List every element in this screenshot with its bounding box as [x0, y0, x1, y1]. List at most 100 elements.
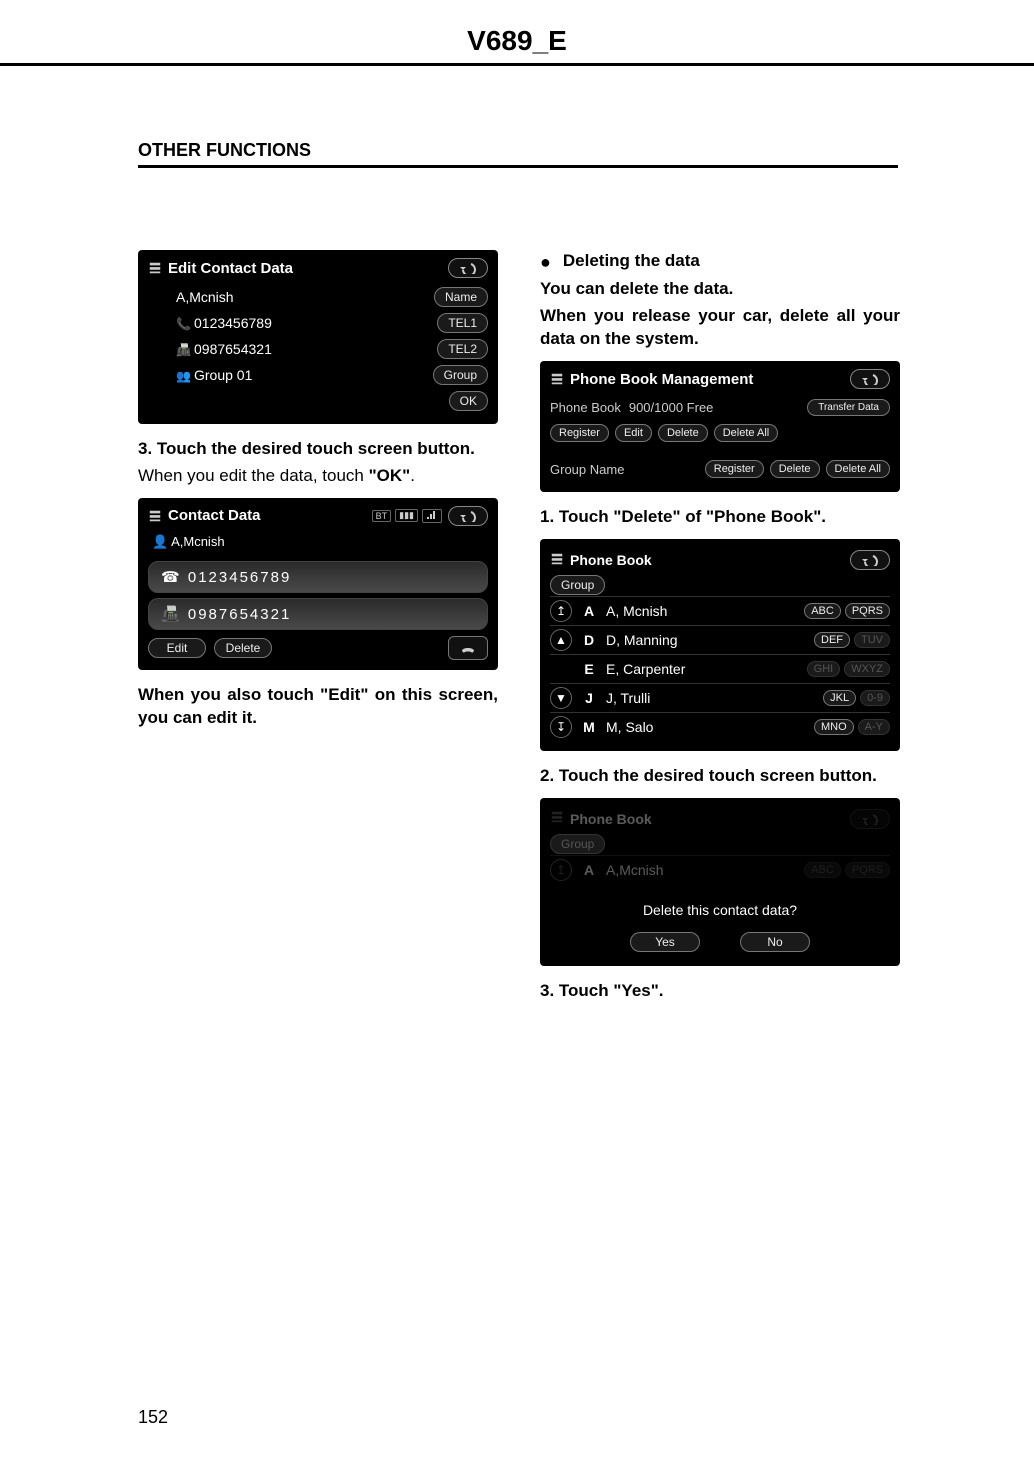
delete-all-button[interactable]: Delete All: [714, 424, 778, 442]
list-icon: [148, 509, 162, 523]
screen-title: Phone Book Management: [570, 371, 844, 388]
screen-edit-contact-data: Edit Contact Data A,Mcnish Name 📞0123456…: [138, 250, 498, 424]
page-number: 152: [138, 1407, 168, 1428]
status-indicators: BT ▮▮▮: [372, 509, 442, 523]
list-icon: [550, 810, 564, 827]
list-icon: [550, 552, 564, 569]
delete-button[interactable]: Delete: [214, 638, 272, 658]
group-tab: Group: [550, 834, 605, 854]
yes-button[interactable]: Yes: [630, 932, 700, 952]
list-icon: [550, 372, 564, 386]
contact-tel1[interactable]: ☎ 0123456789: [148, 561, 488, 593]
edit-row-tel1: 📞0123456789 TEL1: [148, 310, 488, 336]
list-item[interactable]: ↧ M M, Salo MNOA-Y: [550, 712, 890, 741]
left-note: When you also touch "Edit" on this scree…: [138, 684, 498, 730]
letter: D: [578, 632, 600, 648]
grp-delete-all-button[interactable]: Delete All: [826, 460, 890, 478]
wxyz-button: WXYZ: [844, 661, 890, 677]
list-item[interactable]: ▼ J J, Trulli JKL0-9: [550, 683, 890, 712]
batt-indicator: ▮▮▮: [395, 509, 418, 522]
contact-name: D, Manning: [606, 632, 814, 648]
phone-icon: 📞: [176, 317, 194, 331]
tel1-value: 0123456789: [194, 315, 272, 331]
no-button[interactable]: No: [740, 932, 810, 952]
list-item[interactable]: ▲ D D, Manning DEFTUV: [550, 625, 890, 654]
ay-button: A-Y: [858, 719, 890, 735]
register-button[interactable]: Register: [550, 424, 609, 442]
group-button[interactable]: Group: [433, 365, 488, 385]
pqrs-button[interactable]: PQRS: [845, 603, 890, 619]
left-step-3: 3. Touch the desired touch screen button…: [138, 438, 498, 461]
edit-button[interactable]: Edit: [615, 424, 652, 442]
list-item[interactable]: E E, Carpenter GHIWXYZ: [550, 654, 890, 683]
delete-button[interactable]: Delete: [658, 424, 708, 442]
screen-phonebook-mgmt: Phone Book Management Phone Book 900/100…: [540, 361, 900, 492]
tuv-button: TUV: [854, 632, 890, 648]
contact-name: A,Mcnish: [171, 534, 224, 549]
name-button[interactable]: Name: [434, 287, 488, 307]
tel1-button[interactable]: TEL1: [437, 313, 488, 333]
right-p1: You can delete the data.: [540, 278, 900, 301]
grp-register-button[interactable]: Register: [705, 460, 764, 478]
letter: J: [578, 690, 600, 706]
fax-icon: 📠: [176, 343, 194, 357]
grp-delete-button[interactable]: Delete: [770, 460, 820, 478]
screen-phonebook-list: Phone Book Group ↥ A A, Mcnish ABCPQRS ▲…: [540, 539, 900, 751]
doc-header: V689_E: [0, 25, 1034, 66]
tel2-button[interactable]: TEL2: [437, 339, 488, 359]
letter: A: [578, 862, 600, 878]
groupname-label: Group Name: [550, 462, 624, 477]
right-step-3: 3. Touch "Yes".: [540, 980, 900, 1003]
free-count: 900/1000 Free: [629, 400, 799, 415]
group-tab[interactable]: Group: [550, 575, 605, 595]
contact-name: A,Mcnish: [606, 862, 804, 878]
ok-button[interactable]: OK: [449, 391, 488, 411]
call-button[interactable]: [448, 636, 488, 660]
ghi-button: GHI: [807, 661, 841, 677]
letter: A: [578, 603, 600, 619]
back-button: [850, 809, 890, 829]
screen-confirm-delete: Phone Book Group ↥ A A,Mcnish ABCPQRS De…: [540, 798, 900, 966]
list-item[interactable]: ↥ A A, Mcnish ABCPQRS: [550, 596, 890, 625]
bullet-dot-icon: ●: [540, 250, 551, 274]
back-button[interactable]: [850, 369, 890, 389]
list-item: ↥ A A,Mcnish ABCPQRS: [550, 855, 890, 884]
scroll-top-icon[interactable]: ↥: [550, 600, 572, 622]
contact-name: E, Carpenter: [606, 661, 807, 677]
letter: M: [578, 719, 600, 735]
signal-icon: [422, 509, 442, 523]
bullet-deleting: ● Deleting the data: [540, 250, 900, 274]
scroll-down-icon[interactable]: ▼: [550, 687, 572, 709]
screen-title: Edit Contact Data: [168, 260, 442, 277]
letter: E: [578, 661, 600, 677]
contact-name: J, Trulli: [606, 690, 823, 706]
pqrs-button: PQRS: [845, 862, 890, 878]
contact-name: A, Mcnish: [606, 603, 804, 619]
left-step-3-sub: When you edit the data, touch "OK".: [138, 465, 498, 488]
right-column: ● Deleting the data You can delete the d…: [540, 250, 900, 1007]
scroll-top-icon: ↥: [550, 859, 572, 881]
transfer-data-button[interactable]: Transfer Data: [807, 399, 890, 416]
mno-button[interactable]: MNO: [814, 719, 854, 735]
back-button[interactable]: [448, 506, 488, 526]
section-title: OTHER FUNCTIONS: [138, 140, 898, 168]
abc-button: ABC: [804, 862, 841, 878]
back-button[interactable]: [850, 550, 890, 570]
phone-icon: ☎: [161, 569, 182, 586]
back-button[interactable]: [448, 258, 488, 278]
right-step-2: 2. Touch the desired touch screen button…: [540, 765, 900, 788]
jkl-button[interactable]: JKL: [823, 690, 856, 706]
edit-button[interactable]: Edit: [148, 638, 206, 658]
abc-button[interactable]: ABC: [804, 603, 841, 619]
list-icon: [148, 261, 162, 275]
edit-row-tel2: 📠0987654321 TEL2: [148, 336, 488, 362]
person-icon: 👤: [152, 534, 168, 549]
tel2-value: 0987654321: [188, 606, 291, 623]
confirm-text: Delete this contact data?: [550, 884, 890, 926]
screen-title: Contact Data: [168, 507, 366, 524]
def-button[interactable]: DEF: [814, 632, 850, 648]
bt-indicator: BT: [372, 510, 392, 522]
contact-tel2[interactable]: 📠 0987654321: [148, 598, 488, 630]
scroll-up-icon[interactable]: ▲: [550, 629, 572, 651]
scroll-bottom-icon[interactable]: ↧: [550, 716, 572, 738]
